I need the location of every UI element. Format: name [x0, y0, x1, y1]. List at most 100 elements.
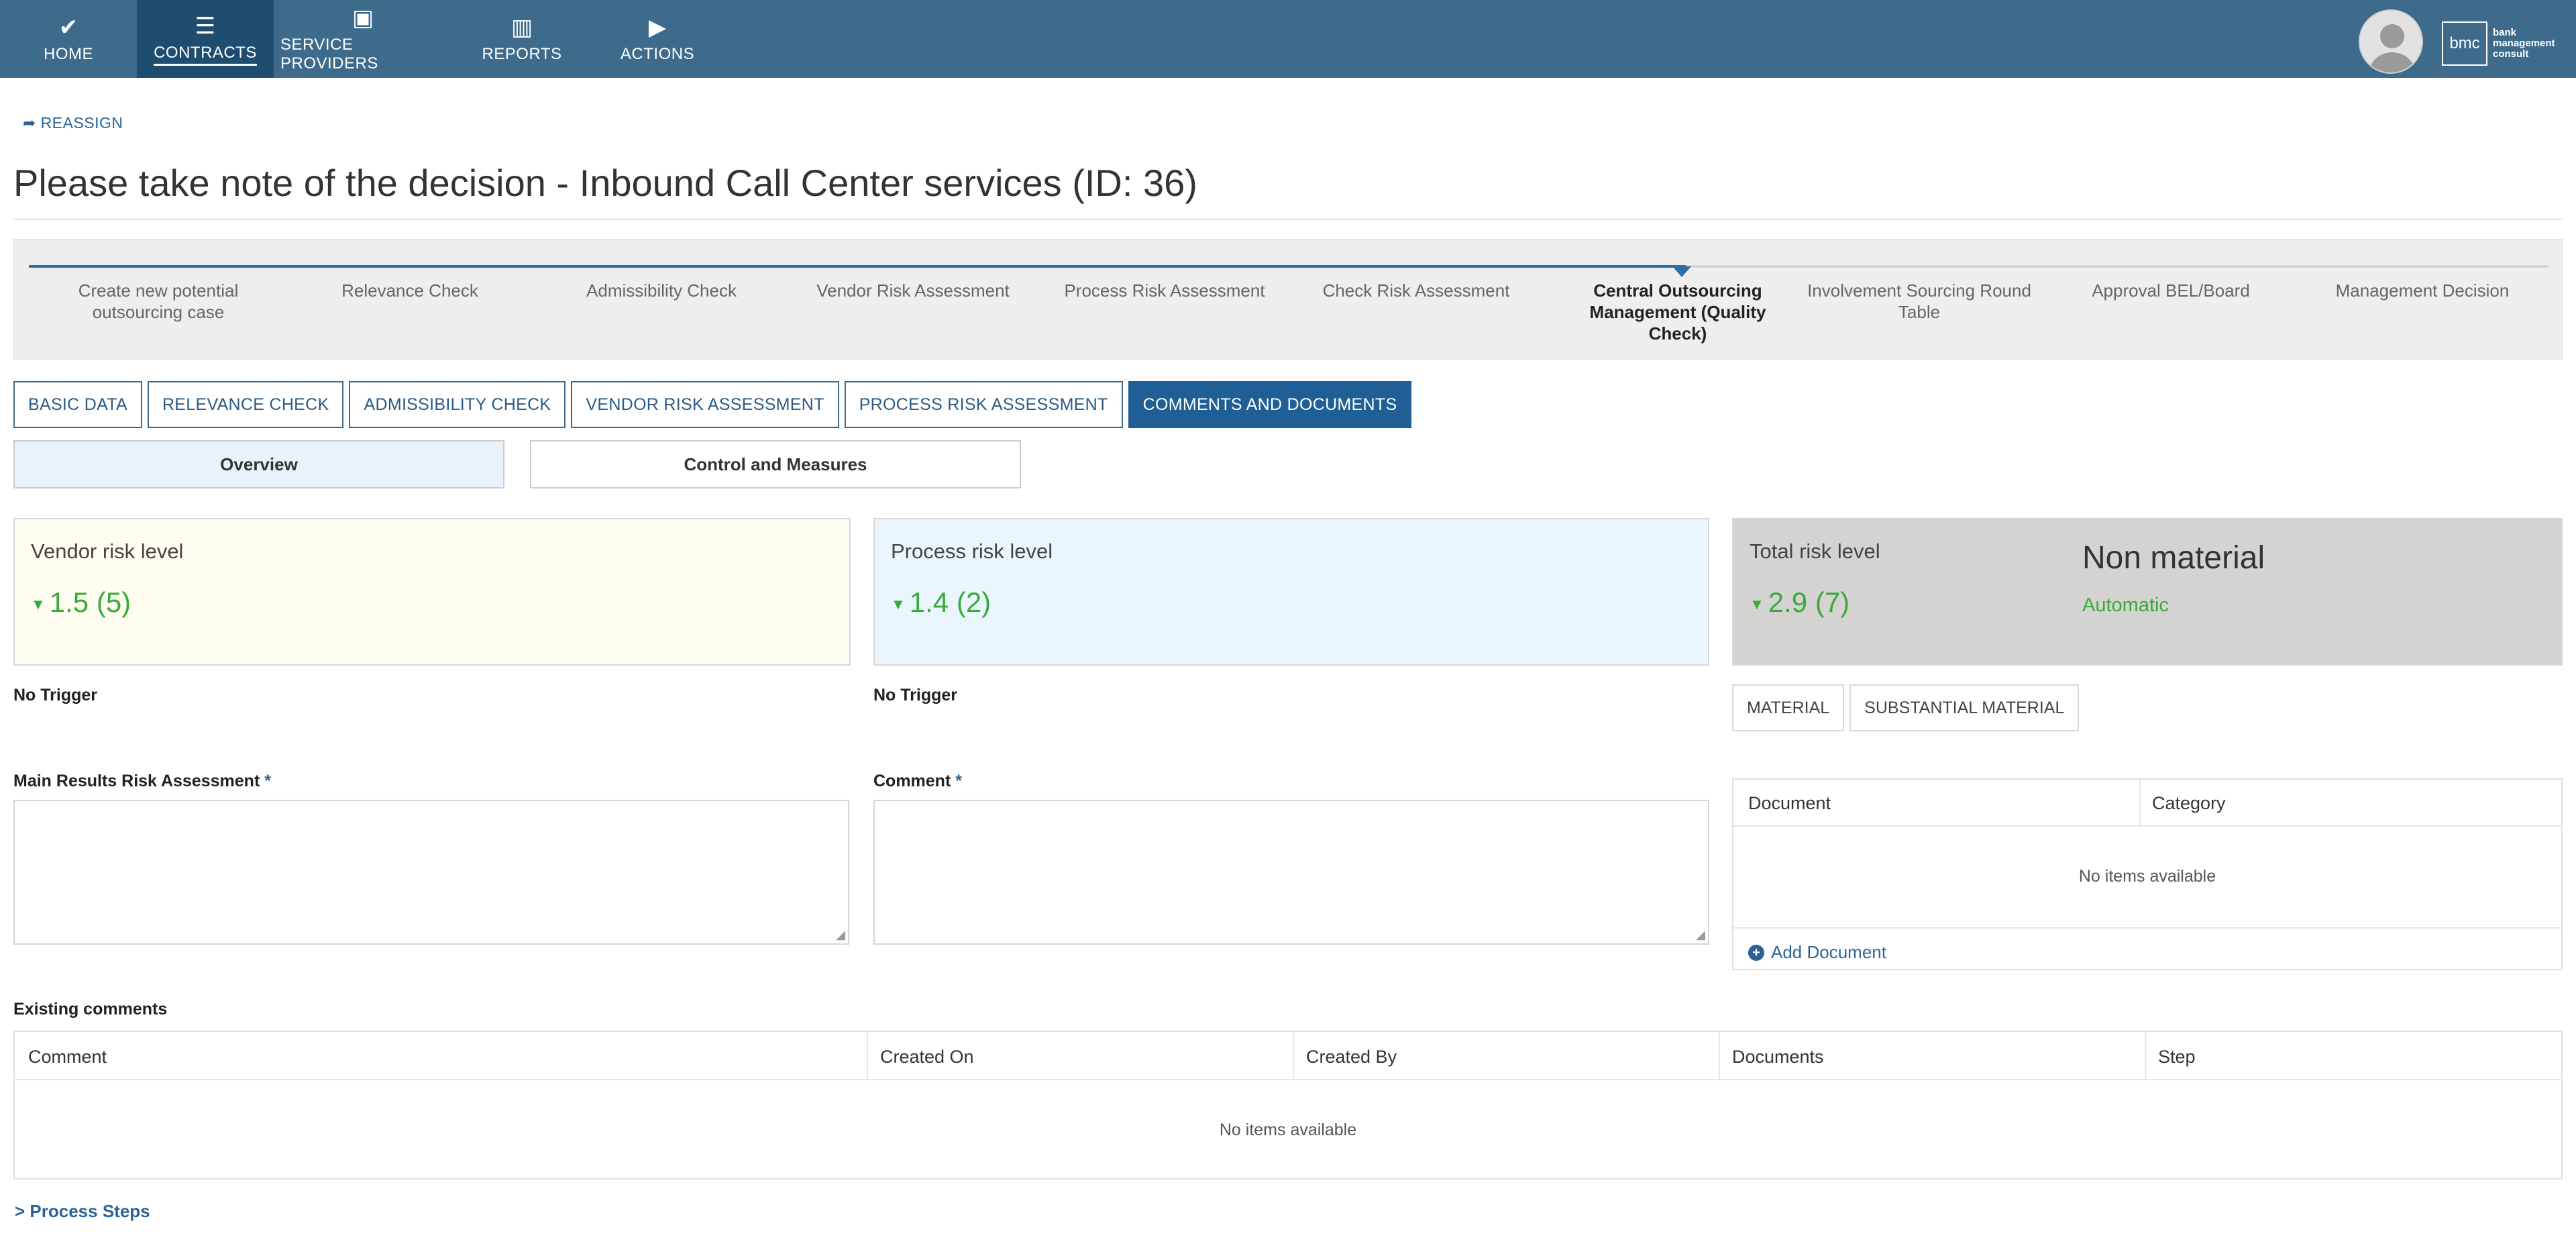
logo-mark: bmc — [2442, 21, 2487, 66]
column-divider — [1719, 1032, 1720, 1080]
step-sourcing-round-table: Involvement Sourcing Round Table — [1807, 280, 2031, 322]
required-mark: * — [955, 772, 962, 790]
step-check-risk: Check Risk Assessment — [1322, 280, 1510, 301]
resize-grip-icon[interactable]: ◢ — [836, 928, 845, 942]
existing-comments-title: Existing comments — [13, 1000, 168, 1019]
substantial-material-button[interactable]: SUBSTANTIAL MATERIAL — [1849, 684, 2080, 731]
material-button[interactable]: MATERIAL — [1732, 684, 1845, 731]
column-step[interactable]: Step — [2158, 1047, 2196, 1067]
company-logo: bmc bank management consult — [2442, 20, 2569, 67]
vendor-risk-value-text: 1.5 (5) — [49, 586, 131, 618]
step-process-risk: Process Risk Assessment — [1064, 280, 1265, 301]
vendor-risk-title: Vendor risk level — [31, 539, 184, 563]
column-comment[interactable]: Comment — [28, 1047, 107, 1067]
column-document[interactable]: Document — [1748, 793, 1831, 814]
column-divider — [2139, 780, 2141, 827]
sub-tabs: Overview Control and Measures — [13, 440, 1021, 488]
process-steps-toggle[interactable]: > Process Steps — [15, 1201, 150, 1222]
vendor-risk-value: ▼ 1.5 (5) — [31, 586, 131, 619]
current-step-marker-icon — [1672, 266, 1691, 277]
caret-down-icon: ▼ — [891, 595, 906, 613]
step-relevance-check: Relevance Check — [341, 280, 478, 301]
documents-grid: Document Category No items available + A… — [1732, 778, 2563, 970]
documents-empty-message: No items available — [2078, 867, 2216, 886]
caret-down-icon: ▼ — [31, 595, 46, 613]
tab-relevance-check[interactable]: RELEVANCE CHECK — [147, 381, 344, 428]
column-created-on[interactable]: Created On — [880, 1047, 974, 1067]
tab-process-risk-assessment[interactable]: PROCESS RISK ASSESSMENT — [844, 381, 1123, 428]
tab-comments-and-documents[interactable]: COMMENTS AND DOCUMENTS — [1128, 381, 1412, 428]
checkmark-icon: ✔ — [58, 15, 78, 40]
vendor-trigger-status: No Trigger — [13, 686, 98, 705]
main-results-label: Main Results Risk Assessment * — [13, 772, 271, 791]
total-risk-panel: Total risk level ▼ 2.9 (7) Non material A… — [1732, 518, 2563, 666]
materiality-mode: Automatic — [2082, 594, 2169, 616]
total-risk-title: Total risk level — [1750, 539, 1880, 563]
materiality-status: Non material — [2082, 540, 2265, 576]
nav-reports[interactable]: ▥ REPORTS — [463, 0, 581, 78]
process-risk-panel: Process risk level ▼ 1.4 (2) — [873, 518, 1709, 666]
logo-text: bank management consult — [2493, 28, 2555, 60]
subtab-overview[interactable]: Overview — [13, 440, 504, 488]
step-admissibility-check: Admissibility Check — [586, 280, 737, 301]
comment-label: Comment * — [873, 772, 962, 791]
top-navigation-bar: ✔ HOME ☰ CONTRACTS ▣ SERVICE PROVIDERS ▥… — [0, 0, 2576, 78]
main-results-textarea[interactable]: ◢ — [13, 800, 849, 945]
section-tabs: BASIC DATA RELEVANCE CHECK ADMISSIBILITY… — [13, 381, 1417, 428]
vendor-risk-panel: Vendor risk level ▼ 1.5 (5) — [13, 518, 851, 666]
process-risk-title: Process risk level — [891, 539, 1053, 563]
subtab-control-and-measures[interactable]: Control and Measures — [530, 440, 1021, 488]
column-divider — [2145, 1032, 2146, 1080]
process-risk-value: ▼ 1.4 (2) — [891, 586, 991, 619]
process-trigger-status: No Trigger — [873, 686, 958, 705]
nav-reports-label: REPORTS — [482, 45, 562, 63]
add-document-label: Add Document — [1771, 942, 1886, 962]
reassign-link[interactable]: ➦ REASSIGN — [23, 114, 123, 132]
nav-actions-label: ACTIONS — [620, 45, 695, 63]
column-divider — [867, 1032, 868, 1080]
documents-grid-footer: + Add Document — [1733, 927, 2561, 970]
total-risk-value: ▼ 2.9 (7) — [1750, 586, 1849, 619]
nav-contracts-label: CONTRACTS — [154, 44, 257, 66]
chevron-right-icon: > — [15, 1201, 25, 1221]
column-category[interactable]: Category — [2152, 793, 2226, 814]
user-silhouette-icon — [2369, 24, 2415, 72]
step-approval-board: Approval BEL/Board — [2092, 280, 2250, 301]
step-vendor-risk: Vendor Risk Assessment — [816, 280, 1010, 301]
process-risk-value-text: 1.4 (2) — [909, 586, 991, 618]
materiality-buttons: MATERIAL SUBSTANTIAL MATERIAL — [1732, 684, 2084, 731]
main-results-label-text: Main Results Risk Assessment — [13, 772, 260, 790]
address-book-icon: ▣ — [352, 5, 374, 31]
column-documents[interactable]: Documents — [1732, 1047, 1824, 1067]
documents-grid-header: Document Category — [1733, 780, 2561, 827]
process-stepper: Create new potential outsourcing case Re… — [13, 239, 2563, 360]
title-divider — [13, 219, 2563, 220]
column-divider — [1293, 1032, 1294, 1080]
list-icon: ☰ — [195, 13, 216, 39]
logo-text-line: consult — [2493, 48, 2529, 60]
nav-home[interactable]: ✔ HOME — [13, 0, 123, 78]
logo-text-line: bank — [2493, 27, 2517, 38]
nav-contracts[interactable]: ☰ CONTRACTS — [137, 0, 274, 78]
step-central-outsourcing: Central Outsourcing Management (Quality … — [1589, 280, 1766, 344]
user-avatar[interactable] — [2359, 9, 2423, 74]
required-mark: * — [264, 772, 271, 790]
nav-service-providers[interactable]: ▣ SERVICE PROVIDERS — [280, 0, 445, 78]
tab-admissibility-check[interactable]: ADMISSIBILITY CHECK — [349, 381, 566, 428]
add-document-link[interactable]: + Add Document — [1748, 942, 1886, 963]
process-steps-label: Process Steps — [30, 1201, 150, 1221]
tab-basic-data[interactable]: BASIC DATA — [13, 381, 142, 428]
comment-label-text: Comment — [873, 772, 951, 790]
tab-vendor-risk-assessment[interactable]: VENDOR RISK ASSESSMENT — [571, 381, 839, 428]
plus-circle-icon: + — [1748, 944, 1764, 961]
column-created-by[interactable]: Created By — [1306, 1047, 1397, 1067]
nav-service-providers-label: SERVICE PROVIDERS — [280, 36, 378, 72]
logo-text-line: management — [2493, 38, 2555, 49]
reassign-label: REASSIGN — [40, 114, 123, 132]
nav-actions[interactable]: ▶ ACTIONS — [598, 0, 716, 78]
resize-grip-icon[interactable]: ◢ — [1696, 928, 1705, 942]
bar-chart-icon: ▥ — [511, 15, 533, 40]
comment-textarea[interactable]: ◢ — [873, 800, 1709, 945]
nav-home-label: HOME — [44, 45, 93, 63]
share-arrow-icon: ➦ — [23, 114, 36, 132]
